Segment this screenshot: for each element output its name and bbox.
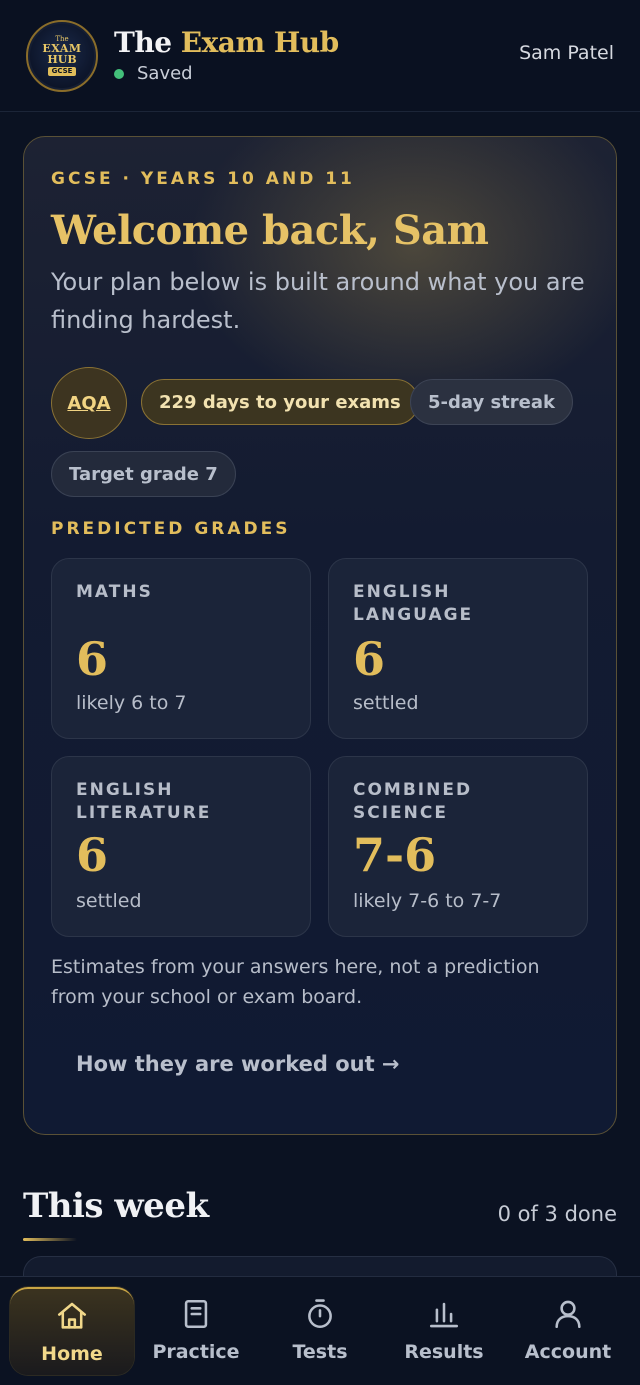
bar-chart-icon (429, 1302, 459, 1328)
book-icon (184, 1299, 208, 1329)
nav-account[interactable]: Account (506, 1287, 630, 1375)
welcome-heading: Welcome back, Sam (51, 207, 489, 254)
predicted-grade: 7-6 (353, 828, 437, 882)
grade-card-maths[interactable]: MATHS 6 likely 6 to 7 (51, 558, 311, 739)
days-to-exams-chip: 229 days to your exams (141, 379, 419, 425)
subject-name: COMBINED SCIENCE (353, 780, 473, 823)
nav-results[interactable]: Results (382, 1287, 506, 1375)
app-header: The EXAM HUB GCSE The Exam Hub Saved Sam… (0, 0, 640, 112)
bottom-navigation: Home Practice Tests Results Account (0, 1276, 640, 1385)
predicted-grades-grid: MATHS 6 likely 6 to 7 ENGLISH LANGUAGE 6… (51, 558, 589, 938)
estimate-disclaimer: Estimates from your answers here, not a … (51, 956, 540, 1008)
exam-board-link[interactable]: AQA (51, 367, 127, 439)
subject-name: ENGLISH LANGUAGE (353, 582, 474, 625)
subject-name: MATHS (76, 582, 153, 602)
save-status-label: Saved (137, 63, 193, 84)
app-title: The Exam Hub (114, 26, 339, 59)
nav-label: Home (41, 1343, 103, 1365)
grade-note: settled (76, 890, 142, 912)
nav-tests[interactable]: Tests (258, 1287, 382, 1375)
nav-label: Tests (292, 1341, 348, 1363)
course-eyebrow: GCSE · YEARS 10 AND 11 (51, 169, 355, 189)
grade-card-english-literature[interactable]: ENGLISH LITERATURE 6 settled (51, 756, 311, 937)
predicted-grade: 6 (353, 632, 386, 686)
this-week-heading: This week (23, 1186, 209, 1226)
brand: The Exam Hub Saved (114, 27, 339, 84)
status-chips: AQA 229 days to your exams 5-day streak … (51, 367, 589, 497)
grade-card-english-language[interactable]: ENGLISH LANGUAGE 6 settled (328, 558, 588, 739)
welcome-card: GCSE · YEARS 10 AND 11 Welcome back, Sam… (23, 136, 617, 1135)
nav-home[interactable]: Home (10, 1287, 134, 1375)
nav-label: Practice (152, 1341, 240, 1363)
subject-name: ENGLISH LITERATURE (76, 780, 212, 823)
grade-note: settled (353, 692, 419, 714)
exam-hub-logo[interactable]: The EXAM HUB GCSE (26, 19, 98, 92)
grade-card-combined-science[interactable]: COMBINED SCIENCE 7-6 likely 7-6 to 7-7 (328, 756, 588, 937)
how-grades-worked-out-link[interactable]: How they are worked out → (76, 1050, 400, 1078)
streak-chip: 5-day streak (410, 379, 573, 425)
saved-status-dot-icon (114, 68, 124, 79)
heading-underline (23, 1238, 77, 1241)
nav-label: Account (524, 1341, 612, 1363)
nav-label: Results (404, 1341, 484, 1363)
welcome-intro: Your plan below is built around what you… (51, 268, 585, 334)
grade-note: likely 7-6 to 7-7 (353, 890, 502, 912)
home-icon (57, 1302, 87, 1329)
person-icon (555, 1300, 581, 1329)
target-grade-chip: Target grade 7 (51, 451, 236, 497)
save-status: Saved (114, 63, 339, 84)
user-name[interactable]: Sam Patel (519, 42, 614, 64)
predicted-grade: 6 (76, 632, 109, 686)
timer-icon (308, 1299, 332, 1329)
predicted-grades-label: PREDICTED GRADES (51, 519, 291, 539)
nav-practice[interactable]: Practice (134, 1287, 258, 1375)
predicted-grade: 6 (76, 828, 109, 882)
grade-note: likely 6 to 7 (76, 692, 187, 714)
week-progress-count: 0 of 3 done (497, 1202, 617, 1226)
